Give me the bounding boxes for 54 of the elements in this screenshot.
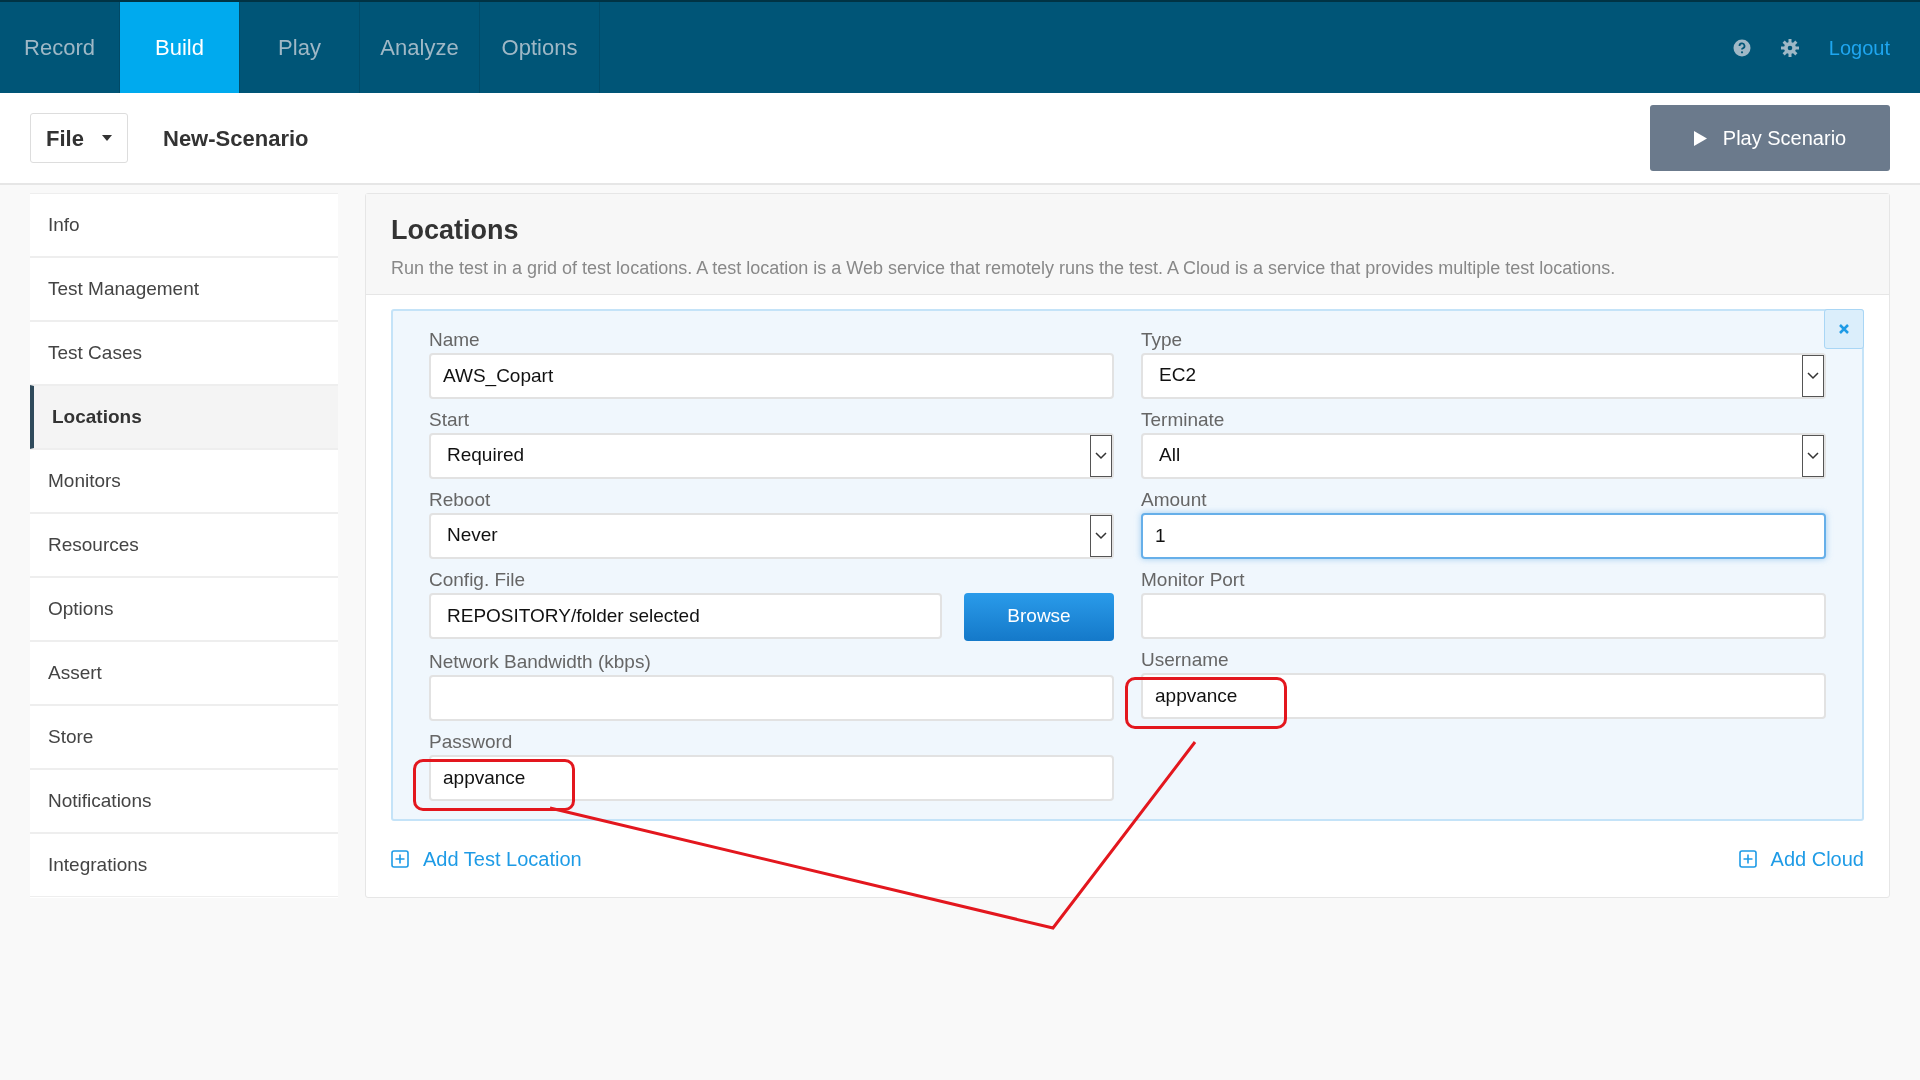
- field-label: Reboot: [429, 487, 492, 512]
- panel-title: Locations: [391, 214, 520, 247]
- field-label: Config. File: [429, 567, 527, 592]
- close-icon: [1838, 322, 1850, 335]
- sidebar-item[interactable]: Test Management: [30, 257, 338, 321]
- browse-button[interactable]: Browse: [964, 592, 1114, 641]
- sidebar-item[interactable]: Assert: [30, 641, 338, 705]
- input-field[interactable]: 1: [1141, 512, 1826, 559]
- select-field[interactable]: EC2: [1141, 352, 1826, 399]
- caret-icon: [101, 135, 112, 141]
- field-label: Username: [1141, 647, 1230, 672]
- input-field[interactable]: appvance: [1141, 672, 1826, 719]
- select-field[interactable]: Required: [429, 432, 1114, 479]
- select-value: Never: [447, 523, 498, 548]
- select-value: All: [1159, 443, 1181, 468]
- chevron-down-icon: [1802, 354, 1824, 397]
- input-field[interactable]: [429, 674, 1114, 721]
- field-label: Name: [429, 327, 481, 352]
- play-icon: [1693, 130, 1707, 146]
- settings-icon[interactable]: [1780, 38, 1799, 57]
- field-label: Password: [429, 729, 514, 754]
- select-value: Required: [447, 443, 525, 468]
- sidebar-item[interactable]: Info: [30, 193, 338, 257]
- help-icon[interactable]: [1732, 38, 1751, 57]
- field-label: Monitor Port: [1141, 567, 1246, 592]
- input-field[interactable]: REPOSITORY/folder selected: [429, 592, 942, 639]
- panel-description: Run the test in a grid of test locations. A test location is a Web service that remotely runs the test. A Cloud is a service that provides multiple test locations.: [391, 256, 1617, 280]
- scenario-name: New-Scenario: [163, 124, 309, 153]
- sidebar-item[interactable]: Monitors: [30, 449, 338, 513]
- play-scenario-button[interactable]: Play Scenario: [1650, 105, 1890, 171]
- select-value: EC2: [1159, 363, 1196, 388]
- sidebar-item[interactable]: Resources: [30, 513, 338, 577]
- input-field[interactable]: appvance: [429, 754, 1114, 801]
- input-field[interactable]: AWS_Copart: [429, 352, 1114, 399]
- chevron-down-icon: [1802, 434, 1824, 477]
- field-label: Type: [1141, 327, 1184, 352]
- close-button[interactable]: [1824, 308, 1864, 349]
- sidebar-item[interactable]: Options: [30, 577, 338, 641]
- plus-box-icon: [1738, 849, 1757, 868]
- file-menu-button[interactable]: File: [30, 113, 128, 163]
- field-label: Start: [429, 407, 471, 432]
- sidebar-item[interactable]: Notifications: [30, 769, 338, 833]
- chevron-down-icon: [1090, 434, 1112, 477]
- field-label: Terminate: [1141, 407, 1226, 432]
- sidebar-item[interactable]: Locations: [30, 385, 338, 449]
- plus-box-icon: [391, 849, 409, 868]
- chevron-down-icon: [1090, 514, 1112, 557]
- select-field[interactable]: Never: [429, 512, 1114, 559]
- select-field[interactable]: All: [1141, 432, 1826, 479]
- field-label: Network Bandwidth (kbps): [429, 649, 652, 674]
- input-field[interactable]: [1141, 592, 1826, 639]
- sidebar-item[interactable]: Store: [30, 705, 338, 769]
- sidebar-item[interactable]: Integrations: [30, 833, 338, 897]
- field-label: Amount: [1141, 487, 1208, 512]
